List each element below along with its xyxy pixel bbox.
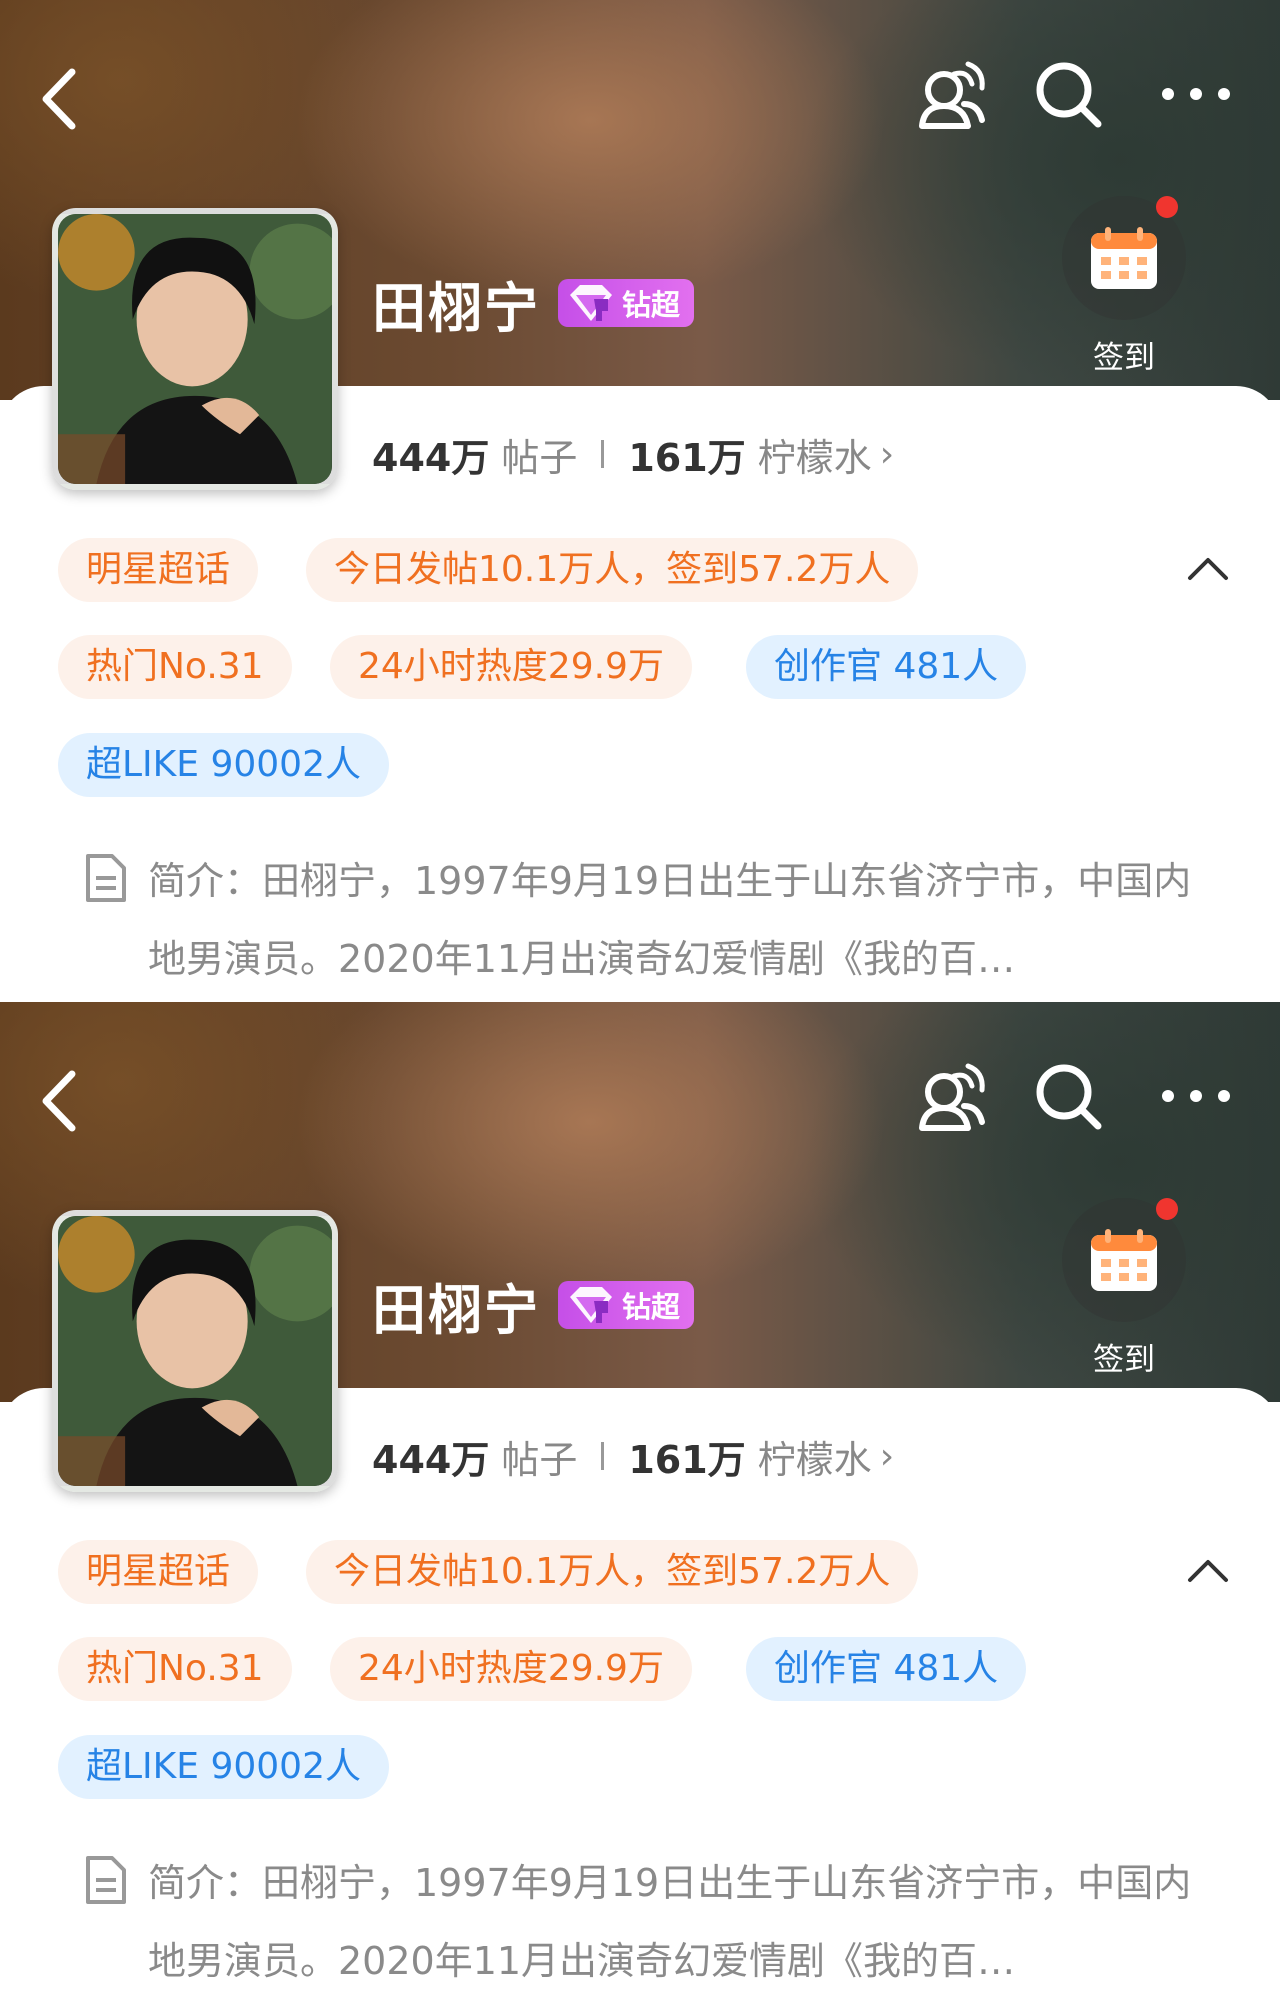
chevron-up-icon[interactable] xyxy=(1186,1550,1230,1590)
more-icon[interactable] xyxy=(1156,1056,1236,1136)
document-icon xyxy=(86,1856,126,1904)
intro-text: 简介：田栩宁，1997年9月19日出生于山东省济宁市，中国内地男演员。2020年… xyxy=(148,1861,1192,1983)
back-icon[interactable] xyxy=(36,64,86,134)
avatar[interactable] xyxy=(52,1210,338,1492)
chat-icon[interactable] xyxy=(912,54,992,134)
stats-row[interactable]: 444万 帖子 161万 柠檬水 › xyxy=(372,1426,894,1486)
intro-text: 简介：田栩宁，1997年9月19日出生于山东省济宁市，中国内地男演员。2020年… xyxy=(148,859,1192,981)
tag-category[interactable]: 明星超话 xyxy=(58,1540,259,1604)
diamond-badge[interactable]: 钻超 xyxy=(558,1281,695,1329)
chevron-up-icon[interactable] xyxy=(1186,548,1230,588)
checkin-button[interactable]: 签到 xyxy=(1062,196,1186,377)
badge-label: 钻超 xyxy=(622,288,681,322)
super-topic-header-2: 田栩宁 钻超 签到 444万 帖子 161万 柠檬水 › 明星超话 今日发帖10… xyxy=(0,1002,1280,2004)
tag-creators[interactable]: 创作官 481人 xyxy=(746,635,1027,699)
calendar-icon xyxy=(1091,1229,1157,1291)
tag-today-stats[interactable]: 今日发帖10.1万人，签到57.2万人 xyxy=(306,1540,919,1604)
fans-count: 161万 xyxy=(628,1437,746,1482)
search-icon[interactable] xyxy=(1028,54,1108,134)
tag-rank[interactable]: 热门No.31 xyxy=(58,1637,292,1701)
tag-superlike[interactable]: 超LIKE 90002人 xyxy=(58,733,389,797)
tag-creators[interactable]: 创作官 481人 xyxy=(746,1637,1027,1701)
badge-label: 钻超 xyxy=(622,1290,681,1324)
document-icon xyxy=(86,854,126,902)
checkin-circle xyxy=(1062,1198,1186,1322)
back-icon[interactable] xyxy=(36,1066,86,1136)
calendar-icon xyxy=(1091,227,1157,289)
fans-label: 柠檬水 xyxy=(757,435,872,480)
page-title: 田栩宁 xyxy=(372,276,540,340)
super-topic-header-1: 田栩宁 钻超 签到 444万 帖子 161万 柠檬水 › 明星超话 今日发帖10… xyxy=(0,0,1280,1002)
chevron-right-icon: › xyxy=(879,433,895,475)
tag-superlike[interactable]: 超LIKE 90002人 xyxy=(58,1735,389,1799)
title-row: 田栩宁 钻超 xyxy=(372,1270,695,1342)
tag-rank[interactable]: 热门No.31 xyxy=(58,635,292,699)
avatar[interactable] xyxy=(52,208,338,490)
checkin-label: 签到 xyxy=(1093,1342,1155,1378)
tag-heat[interactable]: 24小时热度29.9万 xyxy=(330,635,692,699)
tag-category[interactable]: 明星超话 xyxy=(58,538,259,602)
title-row: 田栩宁 钻超 xyxy=(372,268,695,340)
more-icon[interactable] xyxy=(1156,54,1236,134)
tag-today-stats[interactable]: 今日发帖10.1万人，签到57.2万人 xyxy=(306,538,919,602)
checkin-label: 签到 xyxy=(1093,340,1155,376)
page-title: 田栩宁 xyxy=(372,1278,540,1342)
chevron-right-icon: › xyxy=(879,1435,895,1477)
search-icon[interactable] xyxy=(1028,1056,1108,1136)
posts-count: 444万 xyxy=(372,1437,490,1482)
posts-label: 帖子 xyxy=(501,1437,578,1482)
fans-count: 161万 xyxy=(628,435,746,480)
posts-label: 帖子 xyxy=(501,435,578,480)
chat-icon[interactable] xyxy=(912,1056,992,1136)
tag-heat[interactable]: 24小时热度29.9万 xyxy=(330,1637,692,1701)
avatar-portrait xyxy=(58,1216,332,1486)
notification-dot xyxy=(1156,1198,1178,1220)
posts-count: 444万 xyxy=(372,435,490,480)
intro-section[interactable]: 简介：田栩宁，1997年9月19日出生于山东省济宁市，中国内地男演员。2020年… xyxy=(84,842,1214,998)
avatar-portrait xyxy=(58,214,332,484)
diamond-icon xyxy=(570,1287,612,1323)
intro-section[interactable]: 简介：田栩宁，1997年9月19日出生于山东省济宁市，中国内地男演员。2020年… xyxy=(84,1844,1214,2000)
stats-divider xyxy=(601,1442,605,1470)
stats-row[interactable]: 444万 帖子 161万 柠檬水 › xyxy=(372,424,894,484)
checkin-button[interactable]: 签到 xyxy=(1062,1198,1186,1379)
checkin-circle xyxy=(1062,196,1186,320)
stats-divider xyxy=(601,440,605,468)
fans-label: 柠檬水 xyxy=(757,1437,872,1482)
diamond-icon xyxy=(570,285,612,321)
notification-dot xyxy=(1156,196,1178,218)
diamond-badge[interactable]: 钻超 xyxy=(558,279,695,327)
